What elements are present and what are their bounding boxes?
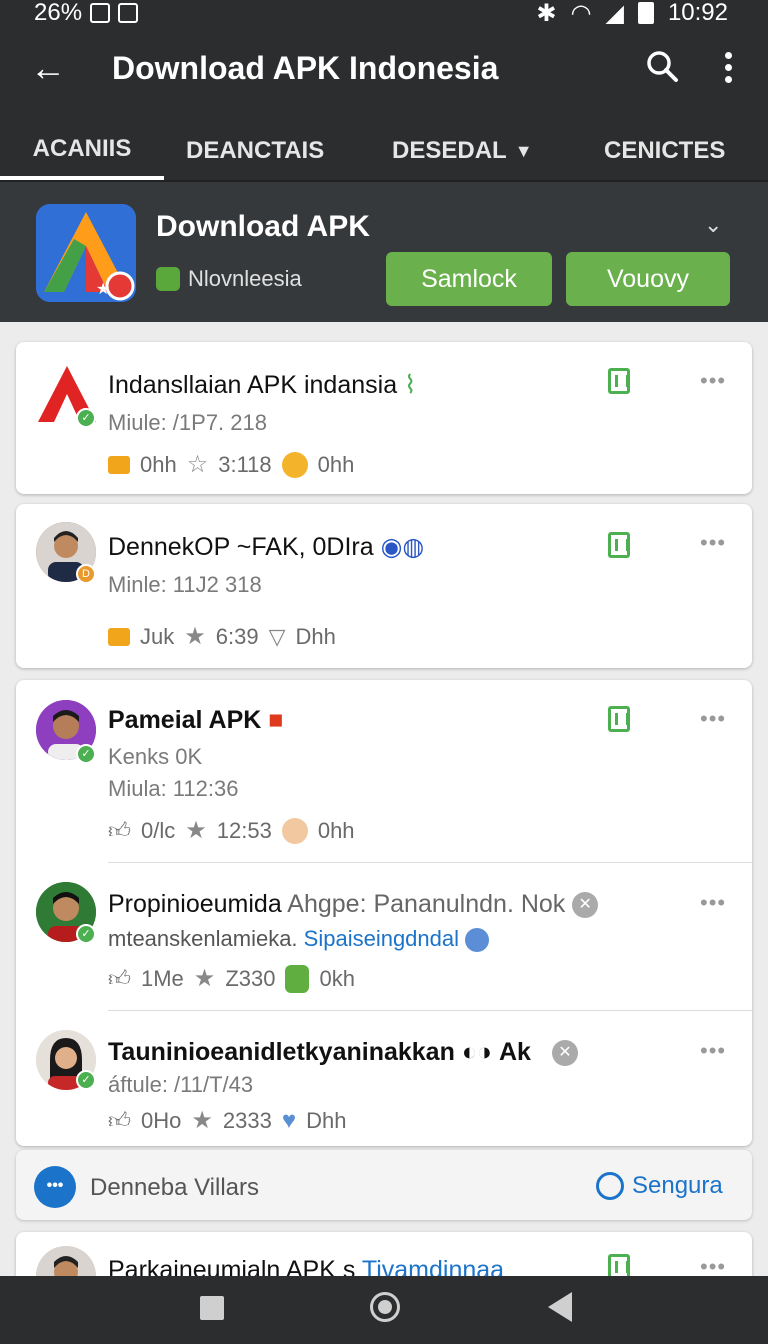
close-icon[interactable]: ✕ bbox=[551, 1040, 578, 1067]
like-outline-icon[interactable]: 👍︎ bbox=[108, 817, 131, 844]
app-bar: ← Download APK Indonesia bbox=[0, 34, 768, 122]
badge-icon: D bbox=[76, 564, 96, 584]
item-stats: 👍︎ 0Ho ★ 2333 ♥ Dhh bbox=[108, 1106, 347, 1135]
app-name: Download APK bbox=[156, 210, 370, 243]
list-item[interactable]: ✓ Indansllaian APK indansia ⌇ Miule: /1P… bbox=[16, 342, 752, 494]
sengura-button[interactable]: Sengura bbox=[596, 1172, 723, 1200]
star-icon[interactable]: ★ bbox=[194, 964, 216, 993]
bookmark-icon: ■ bbox=[268, 706, 284, 734]
verified-badge-icon: ✓ bbox=[76, 408, 96, 428]
svg-text:★: ★ bbox=[96, 281, 110, 298]
group-icon: ◐◑ bbox=[461, 1038, 493, 1066]
globe-icon: ◉◍ bbox=[380, 533, 425, 561]
item-link[interactable]: Sipaiseingdndal bbox=[304, 926, 459, 951]
tab-desedal[interactable]: DESEDAL ▼ bbox=[392, 122, 533, 180]
refresh-icon bbox=[596, 1172, 624, 1200]
heart-icon: ♥ bbox=[281, 1106, 297, 1134]
list-item[interactable]: ✓ Tauninioeanidletkyaninakkan ◐◑ Ak ✕ áf… bbox=[16, 1012, 752, 1146]
app-header-card: ★ Download APK Nlovnleesia ⌄ Samlock Vou… bbox=[0, 182, 768, 322]
verified-badge-icon: ✓ bbox=[76, 1070, 96, 1090]
item-title: Tauninioeanidletkyaninakkan bbox=[108, 1038, 455, 1066]
back-arrow-icon[interactable]: ← bbox=[30, 50, 66, 86]
star-icon[interactable]: ☆ bbox=[187, 450, 209, 479]
page-title: Download APK Indonesia bbox=[112, 50, 499, 86]
item-stats: 👍︎ 1Me ★ Z330 0kh bbox=[108, 964, 355, 993]
wifi-icon: ◠ bbox=[570, 0, 592, 27]
item-stats: 0hh ☆ 3:118 0hh bbox=[108, 450, 354, 479]
signal-icon: ◢ bbox=[605, 0, 624, 27]
like-icon[interactable] bbox=[108, 627, 130, 646]
like-icon[interactable] bbox=[108, 455, 130, 474]
spreadsheet-icon[interactable] bbox=[608, 706, 630, 732]
more-vert-icon[interactable] bbox=[718, 50, 738, 83]
clock: 10:92 bbox=[667, 0, 728, 26]
back-triangle-icon[interactable] bbox=[548, 1292, 572, 1322]
divider bbox=[108, 1010, 752, 1011]
android-icon bbox=[285, 964, 310, 993]
android-icon bbox=[156, 267, 180, 291]
spreadsheet-icon[interactable] bbox=[608, 532, 630, 558]
bluetooth-icon: ✱ bbox=[536, 0, 557, 27]
like-outline-icon[interactable]: 👍︎ bbox=[108, 1107, 131, 1134]
item-meta: Miula: 112:36 bbox=[108, 776, 239, 801]
developer-label: Nlovnleesia bbox=[156, 266, 302, 292]
status-bar: 26% ✱ ◠ ◢ 10:92 bbox=[0, 0, 768, 34]
comment-icon[interactable]: ▽ bbox=[269, 624, 286, 650]
tab-bar: ACANIIS DEANCTAIS DESEDAL ▼ CENICTES bbox=[0, 122, 768, 180]
more-horiz-icon[interactable]: ••• bbox=[700, 890, 726, 916]
like-outline-icon[interactable]: 👍︎ bbox=[108, 965, 131, 992]
item-title: DennekOP ~FAK, 0DIra bbox=[108, 533, 374, 561]
notification-icon bbox=[118, 3, 139, 23]
list-item[interactable]: ✓ Propinioeumida Ahgpe: Pananulndn. Nok … bbox=[16, 864, 752, 1010]
star-icon[interactable]: ★ bbox=[185, 816, 207, 845]
dropdown-caret-icon: ▼ bbox=[514, 140, 533, 161]
battery-percent: 26% bbox=[34, 0, 83, 26]
search-icon[interactable] bbox=[644, 48, 680, 84]
item-meta: áftule: /11/T/43 bbox=[108, 1072, 254, 1097]
vouovy-button[interactable]: Vouovy bbox=[566, 252, 730, 306]
divider bbox=[108, 862, 752, 863]
item-title: Pameial APK bbox=[108, 706, 262, 734]
item-title-suffix: Ak bbox=[498, 1038, 531, 1066]
spreadsheet-icon[interactable] bbox=[608, 368, 630, 394]
chevron-down-icon[interactable]: ⌄ bbox=[704, 212, 722, 238]
item-subtitle: mteanskenlamieka. bbox=[108, 926, 298, 951]
leaf-icon: ⌇ bbox=[404, 371, 417, 399]
star-icon[interactable]: ★ bbox=[191, 1106, 213, 1135]
item-stats: 👍︎ 0/lc ★ 12:53 0hh bbox=[108, 816, 355, 845]
verified-badge-icon: ✓ bbox=[76, 744, 96, 764]
recents-icon[interactable] bbox=[200, 1296, 224, 1320]
samlock-button[interactable]: Samlock bbox=[386, 252, 552, 306]
battery-icon bbox=[637, 2, 654, 24]
system-nav-bar bbox=[0, 1276, 768, 1344]
community-label: Denneba Villars bbox=[90, 1174, 259, 1201]
star-icon[interactable]: ★ bbox=[184, 622, 206, 651]
item-meta: Minle: 11J2 318 bbox=[108, 572, 262, 597]
item-title: Propinioeumida bbox=[108, 890, 282, 918]
close-icon[interactable]: ✕ bbox=[572, 892, 599, 919]
app-logo[interactable]: ★ bbox=[36, 204, 136, 302]
more-horiz-icon[interactable]: ••• bbox=[700, 530, 726, 556]
more-horiz-icon[interactable]: ••• bbox=[700, 368, 726, 394]
verified-badge-icon: ✓ bbox=[76, 924, 96, 944]
user-icon bbox=[281, 817, 308, 844]
list-item[interactable]: D DennekOP ~FAK, 0DIra ◉◍ Minle: 11J2 31… bbox=[16, 504, 752, 668]
home-icon[interactable] bbox=[370, 1292, 400, 1322]
tab-cenictes[interactable]: CENICTES bbox=[604, 122, 725, 180]
coin-icon bbox=[281, 451, 308, 478]
tab-acaniis[interactable]: ACANIIS bbox=[0, 122, 164, 180]
chat-bubble-icon: ••• bbox=[34, 1166, 76, 1208]
item-subtitle: Kenks 0K bbox=[108, 744, 203, 769]
item-title: Indansllaian APK indansia bbox=[108, 371, 398, 399]
item-meta: Miule: /1P7. 218 bbox=[108, 410, 267, 435]
battery-saver-icon bbox=[90, 3, 111, 23]
tab-deanctais[interactable]: DEANCTAIS bbox=[186, 122, 324, 180]
item-title-detail: Ahgpe: Pananulndn. Nok bbox=[287, 890, 566, 918]
chat-icon bbox=[465, 928, 490, 953]
item-stats: Juk ★ 6:39 ▽ Dhh bbox=[108, 622, 336, 651]
list-item[interactable]: ✓ Pameial APK ■ Kenks 0K Miula: 112:36 👍… bbox=[16, 680, 752, 860]
more-horiz-icon[interactable]: ••• bbox=[700, 706, 726, 732]
community-bar[interactable]: ••• Denneba Villars Sengura bbox=[16, 1150, 752, 1220]
more-horiz-icon[interactable]: ••• bbox=[700, 1038, 726, 1064]
